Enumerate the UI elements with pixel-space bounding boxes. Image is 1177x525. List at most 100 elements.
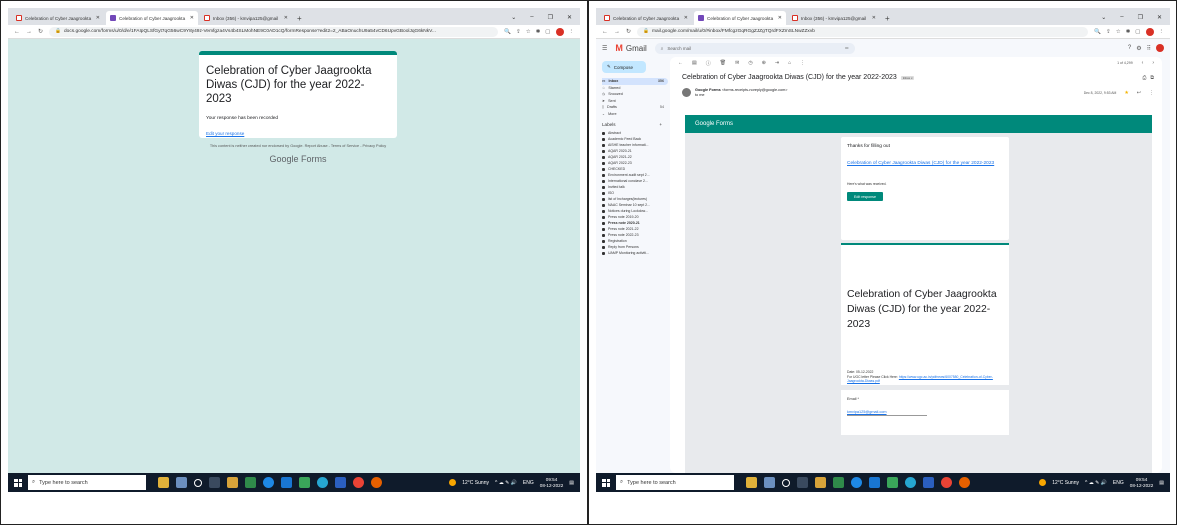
snooze-icon[interactable]: ◷ bbox=[748, 60, 752, 66]
clock[interactable]: 09:54 08-12-2022 bbox=[540, 477, 564, 489]
app-icon[interactable] bbox=[317, 477, 328, 488]
chevron-down-icon[interactable]: ⌄ bbox=[511, 14, 516, 21]
chevron-down-icon[interactable]: ⌄ bbox=[1101, 14, 1106, 21]
weather-text[interactable]: 12°C Sunny bbox=[1052, 480, 1079, 486]
taskbar-search[interactable]: ⌕ Type here to search bbox=[616, 475, 734, 490]
close-icon[interactable]: ✕ bbox=[682, 15, 688, 21]
mail-search[interactable]: ⌕ Search mail ⚌ bbox=[654, 42, 855, 54]
menu-icon[interactable]: ⋮ bbox=[1159, 29, 1165, 35]
form-link[interactable]: Celebration of Cyber Jaagrookta Diwas (C… bbox=[847, 160, 1003, 168]
chrome-icon[interactable] bbox=[353, 477, 364, 488]
back-icon[interactable]: ← bbox=[678, 60, 683, 66]
app-icon[interactable] bbox=[746, 477, 757, 488]
app-icon[interactable] bbox=[176, 477, 187, 488]
star-icon[interactable]: ★ bbox=[1124, 90, 1128, 96]
minimize-icon[interactable]: – bbox=[530, 14, 533, 21]
language-indicator[interactable]: ENG bbox=[1113, 480, 1124, 486]
avatar[interactable] bbox=[1145, 27, 1154, 36]
language-indicator[interactable]: ENG bbox=[523, 480, 534, 486]
prev-icon[interactable]: ‹ bbox=[1142, 60, 1144, 66]
tab-inbox[interactable]: Inbox (356) - kmvipa125@gmail ✕ bbox=[200, 11, 292, 25]
windows-start-icon[interactable] bbox=[14, 478, 22, 487]
zoom-icon[interactable]: 🔍 bbox=[504, 29, 511, 35]
reply-icon[interactable]: ↩ bbox=[1137, 90, 1141, 96]
back-icon[interactable]: ← bbox=[14, 29, 20, 35]
inbox-badge[interactable]: Inbox x bbox=[900, 75, 915, 80]
mail-icon[interactable] bbox=[281, 477, 292, 488]
app-icon[interactable] bbox=[905, 477, 916, 488]
sidebar-item-more[interactable]: ⌄ More bbox=[602, 111, 668, 118]
firefox-icon[interactable] bbox=[371, 477, 382, 488]
close-icon[interactable]: ✕ bbox=[282, 15, 288, 21]
tab-gmail-cjd[interactable]: Celebration of Cyber Jaagrookta ✕ bbox=[600, 11, 692, 25]
cortana-icon[interactable] bbox=[782, 478, 790, 487]
edge-icon[interactable] bbox=[851, 477, 862, 488]
app-icon[interactable] bbox=[299, 477, 310, 488]
cortana-icon[interactable] bbox=[194, 478, 202, 487]
apps-grid-icon[interactable]: ⠿ bbox=[1147, 45, 1151, 52]
avatar[interactable] bbox=[1156, 44, 1164, 52]
print-icon[interactable]: ⎙ bbox=[1142, 75, 1146, 81]
filter-icon[interactable]: ⚌ bbox=[845, 45, 849, 51]
close-icon[interactable]: ✕ bbox=[94, 15, 100, 21]
compose-button[interactable]: ✎ Compose bbox=[602, 61, 646, 73]
star-icon[interactable]: ☆ bbox=[1116, 29, 1121, 35]
minimize-icon[interactable]: – bbox=[1120, 14, 1123, 21]
tab-inbox[interactable]: Inbox (356) - kmvipa125@gmail ✕ bbox=[788, 11, 880, 25]
word-icon[interactable] bbox=[923, 477, 934, 488]
recipient-text[interactable]: to me bbox=[695, 93, 788, 98]
next-icon[interactable]: › bbox=[1152, 60, 1154, 66]
tray-icons[interactable]: ^ ☁ ✎ 🔊 bbox=[495, 480, 517, 486]
tab-forms-cjd[interactable]: Celebration of Cyber Jaagrookta ✕ bbox=[106, 11, 198, 25]
forward-icon[interactable]: → bbox=[26, 29, 32, 35]
task-view-icon[interactable] bbox=[209, 477, 220, 488]
url-field[interactable]: 🔒 docs.google.com/forms/u/0/d/e/1FAIpQLSf… bbox=[49, 26, 499, 37]
close-window-icon[interactable]: ✕ bbox=[567, 14, 572, 21]
word-icon[interactable] bbox=[335, 477, 346, 488]
add-task-icon[interactable]: ⊕ bbox=[762, 60, 766, 66]
tab-gmail-cjd[interactable]: Celebration of Cyber Jaagrookta ✕ bbox=[12, 11, 104, 25]
app-icon[interactable] bbox=[887, 477, 898, 488]
app-icon[interactable] bbox=[158, 477, 169, 488]
weather-text[interactable]: 12°C Sunny bbox=[462, 480, 489, 486]
add-label-icon[interactable]: + bbox=[659, 122, 662, 127]
sidebar-icon[interactable]: ▢ bbox=[1135, 29, 1140, 35]
maximize-icon[interactable]: ❐ bbox=[548, 14, 553, 21]
label-icon[interactable]: ⌂ bbox=[788, 60, 791, 66]
archive-icon[interactable]: ▤ bbox=[692, 60, 697, 66]
extensions-icon[interactable]: ✱ bbox=[536, 29, 541, 35]
avatar[interactable] bbox=[555, 27, 564, 36]
app-icon[interactable] bbox=[245, 477, 256, 488]
menu-icon[interactable]: ⋮ bbox=[569, 29, 575, 35]
app-icon[interactable] bbox=[833, 477, 844, 488]
share-icon[interactable]: ⇪ bbox=[1106, 29, 1111, 35]
close-icon[interactable]: ✕ bbox=[870, 15, 876, 21]
open-new-window-icon[interactable]: ⧉ bbox=[1150, 75, 1154, 81]
delete-icon[interactable]: 🗑 bbox=[720, 60, 726, 66]
clock[interactable]: 09:54 08-12-2022 bbox=[1130, 477, 1154, 489]
move-icon[interactable]: ⇥ bbox=[775, 60, 779, 66]
edge-icon[interactable] bbox=[263, 477, 274, 488]
close-icon[interactable]: ✕ bbox=[188, 15, 194, 21]
label-item[interactable]: UAMP Monitoring activiti... bbox=[602, 250, 668, 256]
firefox-icon[interactable] bbox=[959, 477, 970, 488]
url-field[interactable]: 🔒 mail.google.com/mail/u/0/#inbox/FMfcgzG… bbox=[637, 26, 1089, 37]
hamburger-icon[interactable]: ☰ bbox=[602, 45, 607, 52]
file-explorer-icon[interactable] bbox=[227, 477, 238, 488]
more-icon[interactable]: ⋮ bbox=[1149, 90, 1154, 96]
new-tab-icon[interactable]: + bbox=[885, 14, 890, 23]
edit-response-button[interactable]: Edit response bbox=[847, 192, 883, 201]
task-view-icon[interactable] bbox=[797, 477, 808, 488]
back-icon[interactable]: ← bbox=[602, 29, 608, 35]
mark-unread-icon[interactable]: ✉ bbox=[735, 60, 739, 66]
notification-icon[interactable]: ▤ bbox=[569, 480, 574, 486]
tab-forms-cjd[interactable]: Celebration of Cyber Jaagrookta ✕ bbox=[694, 11, 786, 25]
file-explorer-icon[interactable] bbox=[815, 477, 826, 488]
taskbar-search[interactable]: ⌕ Type here to search bbox=[28, 475, 146, 490]
notification-icon[interactable]: ▤ bbox=[1159, 480, 1164, 486]
edit-response-link[interactable]: Edit your response bbox=[206, 131, 390, 136]
mail-icon[interactable] bbox=[869, 477, 880, 488]
email-answer-value[interactable]: kmvipa125@gmail.com bbox=[847, 410, 927, 416]
report-spam-icon[interactable]: ⓘ bbox=[706, 60, 711, 67]
zoom-icon[interactable]: 🔍 bbox=[1094, 29, 1101, 35]
